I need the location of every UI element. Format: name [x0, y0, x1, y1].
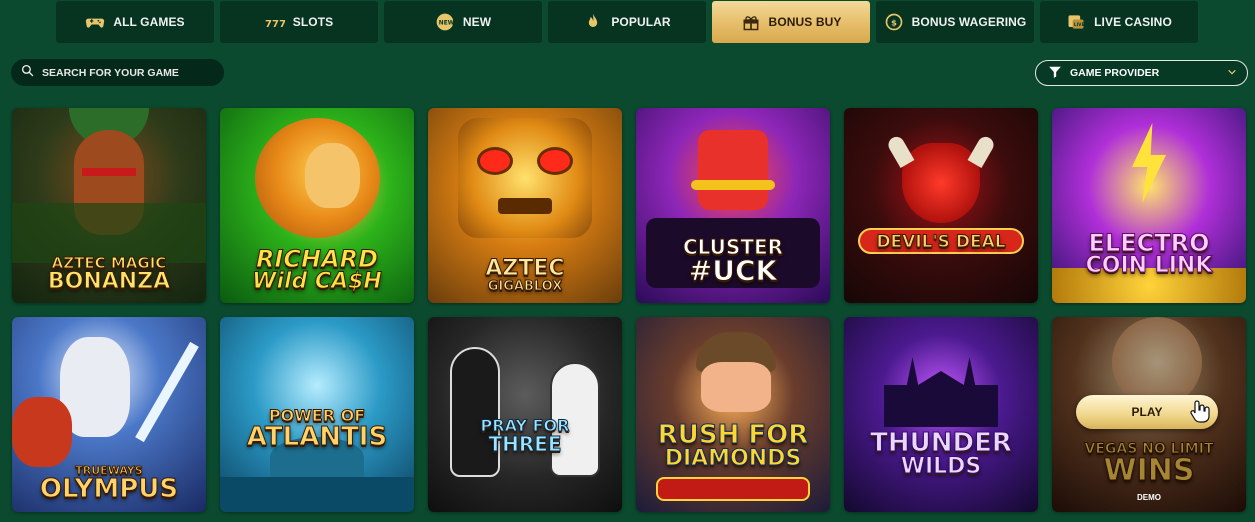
search-bar — [11, 59, 224, 86]
game-card[interactable]: TRUEWAYS OLYMPUS — [12, 317, 206, 512]
tab-slots[interactable]: 777 SLOTS — [220, 1, 378, 43]
game-card[interactable]: RUSH FOR DIAMONDS — [636, 317, 830, 512]
svg-text:NEW: NEW — [439, 21, 455, 27]
game-card[interactable]: PRAY FOR THREE — [428, 317, 622, 512]
search-input[interactable] — [42, 66, 212, 79]
tab-popular[interactable]: POPULAR — [548, 1, 706, 43]
hand-cursor-icon — [1190, 399, 1210, 423]
game-title: AZTEC GIGABLOX — [485, 256, 565, 294]
gift-icon — [741, 12, 761, 32]
game-card-hovered[interactable]: VEGAS NO LIMIT WINS PLAY DEMO — [1052, 317, 1246, 512]
tab-label: BONUS BUY — [768, 15, 842, 29]
tab-label: SLOTS — [292, 15, 334, 29]
tab-label: BONUS WAGERING — [911, 15, 1027, 29]
filter-icon — [1048, 65, 1062, 82]
tab-bonus-wagering[interactable]: $ BONUS WAGERING — [876, 1, 1034, 43]
game-title: THUNDER WILDS — [870, 428, 1013, 479]
new-badge-icon: NEW — [435, 12, 455, 32]
game-provider-select[interactable]: GAME PROVIDER — [1035, 60, 1248, 86]
chevron-down-icon — [1227, 67, 1237, 80]
game-card[interactable]: CLUSTER #UCK — [636, 108, 830, 303]
svg-text:777: 777 — [265, 19, 285, 30]
category-tabs: ALL GAMES 777 SLOTS NEW NEW POPULAR BONU… — [56, 1, 1198, 43]
tab-label: NEW — [462, 15, 492, 29]
flame-icon — [583, 12, 603, 32]
tab-new[interactable]: NEW NEW — [384, 1, 542, 43]
search-icon — [21, 64, 34, 82]
tab-label: ALL GAMES — [113, 15, 185, 29]
game-thumbnail — [636, 317, 830, 512]
game-card[interactable]: RICHARD Wild CA$H — [220, 108, 414, 303]
game-thumbnail — [844, 317, 1038, 512]
game-title: RUSH FOR DIAMONDS — [657, 420, 809, 471]
tab-live-casino[interactable]: LIVE LIVE CASINO — [1040, 1, 1198, 43]
slots-777-icon: 777 — [265, 12, 285, 32]
game-thumbnail — [844, 108, 1038, 303]
game-title: AZTEC MAGIC BONANZA — [47, 254, 171, 294]
svg-text:$: $ — [891, 17, 897, 27]
game-title: PRAY FOR THREE — [480, 416, 570, 456]
game-card[interactable]: ELECTRO COIN LINK — [1052, 108, 1246, 303]
game-card[interactable]: THUNDER WILDS — [844, 317, 1038, 512]
game-card[interactable]: POWER OF ATLANTIS — [220, 317, 414, 512]
game-provider-label: GAME PROVIDER — [1070, 67, 1160, 79]
game-title: DEVIL'S DEAL — [876, 232, 1006, 252]
gamepad-icon — [85, 12, 105, 32]
tab-all-games[interactable]: ALL GAMES — [56, 1, 214, 43]
game-title: ELECTRO COIN LINK — [1085, 229, 1213, 278]
game-card[interactable]: AZTEC GIGABLOX — [428, 108, 622, 303]
demo-link[interactable]: DEMO — [1052, 493, 1246, 502]
game-grid: AZTEC MAGIC BONANZA RICHARD Wild CA$H AZ… — [12, 108, 1246, 512]
game-thumbnail — [428, 317, 622, 512]
svg-text:LIVE: LIVE — [1074, 22, 1085, 27]
game-card[interactable]: DEVIL'S DEAL — [844, 108, 1038, 303]
game-title: POWER OF ATLANTIS — [246, 406, 388, 452]
coin-exchange-icon: $ — [884, 12, 904, 32]
tab-bonus-buy[interactable]: BONUS BUY — [712, 1, 870, 43]
game-title: RICHARD Wild CA$H — [252, 245, 383, 294]
tab-label: POPULAR — [611, 15, 671, 29]
live-casino-icon: LIVE — [1066, 12, 1086, 32]
tab-label: LIVE CASINO — [1094, 15, 1172, 29]
game-title: TRUEWAYS OLYMPUS — [39, 464, 179, 504]
game-card[interactable]: AZTEC MAGIC BONANZA — [12, 108, 206, 303]
game-title: CLUSTER #UCK — [682, 235, 784, 287]
